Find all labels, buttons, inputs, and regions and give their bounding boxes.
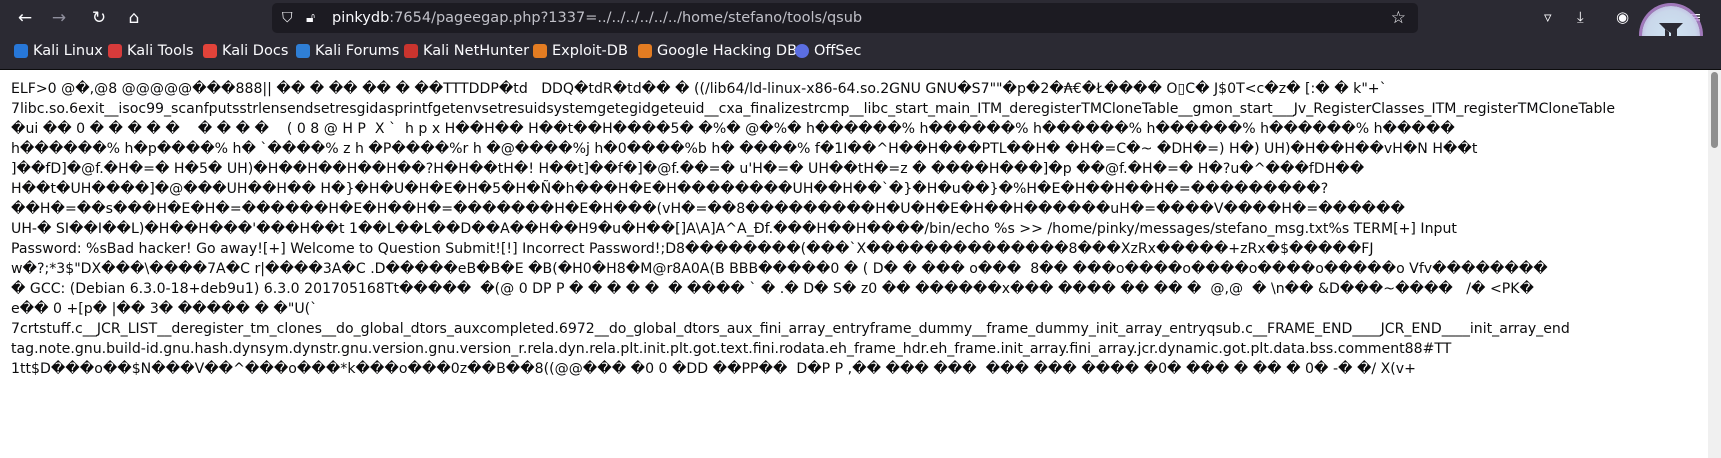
bookmark-star-icon[interactable]: ☆ — [1391, 8, 1406, 28]
google-hacking-db-icon — [638, 44, 652, 58]
forward-arrow-icon: → — [51, 7, 67, 28]
exploit-db-icon — [533, 44, 547, 58]
binary-text-line: tag.note.gnu.build-id.gnu.hash.dynsym.dy… — [11, 341, 1452, 357]
bookmark-google-hacking-db[interactable]: Google Hacking DB — [638, 43, 797, 59]
bookmark-exploit-db[interactable]: Exploit-DB — [533, 43, 628, 59]
reload-icon: ↻ — [91, 7, 107, 28]
binary-text-line: 7crtstuff.c__JCR_LIST__deregister_tm_clo… — [11, 321, 1570, 337]
url-text[interactable]: pinkydb:7654/pageegap.php?1337=../../../… — [332, 9, 862, 27]
kali-linux-icon — [14, 44, 28, 58]
binary-text-line: ��H�=��s���H�E�H�=������H�E�H��H�=������… — [11, 201, 1405, 217]
bookmark-kali-docs[interactable]: Kali Docs — [203, 43, 288, 59]
binary-text-line: e�� 0 +[p� |�� 3� ����� � �"U(` — [11, 301, 318, 317]
lock-warning-icon[interactable]: 🔓︎ — [306, 9, 315, 27]
binary-text-line: UH-� SI��I��L)�H��H���'���H��t 1��L��L��… — [11, 221, 1457, 237]
download-icon[interactable]: ⤓ — [1577, 6, 1584, 28]
binary-text-line: Password: %sBad hacker! Go away![+] Welc… — [11, 241, 1374, 257]
kali-tools-icon — [108, 44, 122, 58]
home-icon: ⌂ — [128, 7, 140, 28]
bookmark-kali-nethunter[interactable]: Kali NetHunter — [404, 43, 529, 59]
browser-toolbar: ← → ↻ ⌂ ⛉ 🔓︎ pinkydb:7654/pageegap.php?1… — [0, 0, 1721, 36]
scrollbar-thumb[interactable] — [1711, 72, 1718, 148]
reload-button[interactable]: ↻ — [85, 4, 113, 32]
bookmark-kali-forums[interactable]: Kali Forums — [296, 43, 399, 59]
binary-text-line: ELF>0 @�,@8 @@@@@���888|| �� � �� �� � �… — [11, 81, 1387, 97]
bookmark-kali-linux[interactable]: Kali Linux — [14, 43, 103, 59]
binary-text-line: 7libc.so.6exit__isoc99_scanfputsstrlense… — [11, 101, 1615, 117]
kali-forums-icon — [296, 44, 310, 58]
binary-text-line: 1tt$D���o��$N���V��^���o���*k���o���0z��… — [11, 361, 1416, 377]
binary-text-line: w�?;*3$"DX���\����7A�C r|����3A�C .D����… — [11, 261, 1548, 277]
binary-text-line: H��t�UH����]�@���UH��H�� H�}�H�U�H�E�H�5… — [11, 181, 1329, 197]
offsec-icon — [795, 44, 809, 58]
back-button[interactable]: ← — [11, 4, 39, 32]
binary-text-line: � GCC: (Debian 6.3.0-18+deb9u1) 6.3.0 20… — [11, 281, 1534, 297]
back-arrow-icon: ← — [17, 7, 33, 28]
binary-text-line: �ui �� 0 � � � � � � � � � ( 0 8 @ H P X… — [11, 121, 1455, 137]
vertical-scrollbar[interactable] — [1708, 70, 1721, 458]
bookmark-kali-tools[interactable]: Kali Tools — [108, 43, 194, 59]
kali-nethunter-icon — [404, 44, 418, 58]
shield-icon[interactable]: ⛉ — [282, 9, 293, 27]
bookmarks-toolbar: Kali Linux Kali Tools Kali Docs Kali For… — [0, 36, 1721, 70]
bookmark-offsec[interactable]: OffSec — [795, 43, 862, 59]
url-bar[interactable]: ⛉ 🔓︎ pinkydb:7654/pageegap.php?1337=../.… — [272, 3, 1418, 33]
pocket-icon[interactable]: ▿ — [1544, 6, 1552, 28]
binary-text-line: ]��fD]�@f.�H�=� H�5� UH)�H��H��H��H��?H�… — [11, 161, 1365, 177]
forward-button[interactable]: → — [45, 4, 73, 32]
page-content: ELF>0 @�,@8 @@@@@���888|| �� � �� �� � �… — [0, 70, 1708, 458]
kali-docs-icon — [203, 44, 217, 58]
account-icon[interactable]: ◉ — [1616, 6, 1629, 28]
binary-text-line: h������% h�p����% h� `����% z h �P����%r… — [11, 141, 1478, 157]
home-button[interactable]: ⌂ — [120, 4, 148, 32]
